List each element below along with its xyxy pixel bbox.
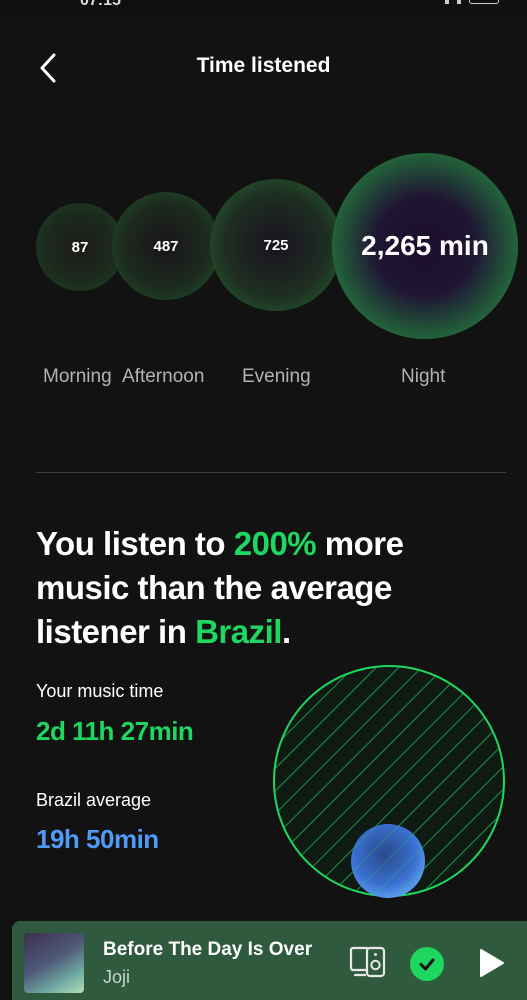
saved-button[interactable] bbox=[410, 947, 444, 981]
battery-icon bbox=[469, 0, 499, 4]
status-time: 07:15 bbox=[80, 0, 121, 9]
status-icons bbox=[445, 0, 499, 4]
play-icon bbox=[480, 949, 504, 977]
headline-text: You listen to bbox=[36, 525, 234, 562]
bubble-night: 2,265 min bbox=[332, 153, 518, 339]
bubble-evening: 725 bbox=[210, 179, 342, 311]
label-evening: Evening bbox=[242, 366, 311, 387]
bubble-value: 725 bbox=[263, 236, 289, 254]
comparison-graphic bbox=[268, 662, 510, 904]
track-artist: Joji bbox=[103, 967, 131, 987]
bubble-value: 87 bbox=[71, 238, 89, 256]
section-divider bbox=[36, 472, 506, 473]
connect-devices-icon bbox=[349, 946, 386, 978]
track-title: Before The Day Is Over bbox=[103, 939, 313, 960]
play-button[interactable] bbox=[475, 947, 507, 979]
your-time-value: 2d 11h 27min bbox=[36, 716, 194, 746]
time-of-day-chart: 87 487 725 2,265 min Morning Afternoon E… bbox=[0, 150, 527, 387]
page-title: Time listened bbox=[196, 54, 331, 77]
signal-icon bbox=[457, 0, 461, 4]
devices-button[interactable] bbox=[349, 945, 389, 979]
status-bar: 07:15 bbox=[0, 0, 527, 20]
bubble-afternoon: 487 bbox=[112, 192, 220, 300]
headline-country: Brazil bbox=[195, 613, 282, 650]
comparison-headline: You listen to 200% more music than the a… bbox=[36, 522, 476, 654]
label-morning: Morning bbox=[43, 366, 112, 387]
mini-player[interactable]: Before The Day Is Over Joji bbox=[12, 921, 527, 1000]
label-afternoon: Afternoon bbox=[122, 366, 205, 387]
headline-percent: 200% bbox=[233, 525, 317, 562]
your-time-label: Your music time bbox=[36, 681, 164, 701]
headline-text: . bbox=[281, 613, 291, 650]
signal-icon bbox=[445, 0, 449, 4]
bubble-morning: 87 bbox=[36, 203, 124, 291]
bubble-value: 2,265 min bbox=[361, 230, 489, 261]
label-night: Night bbox=[401, 366, 446, 387]
average-time-value: 19h 50min bbox=[36, 824, 159, 854]
album-art bbox=[24, 933, 84, 993]
page-header: Time listened bbox=[0, 40, 527, 96]
average-time-label: Brazil average bbox=[36, 790, 152, 810]
bubble-value: 487 bbox=[153, 237, 179, 255]
check-circle-icon bbox=[419, 958, 435, 971]
